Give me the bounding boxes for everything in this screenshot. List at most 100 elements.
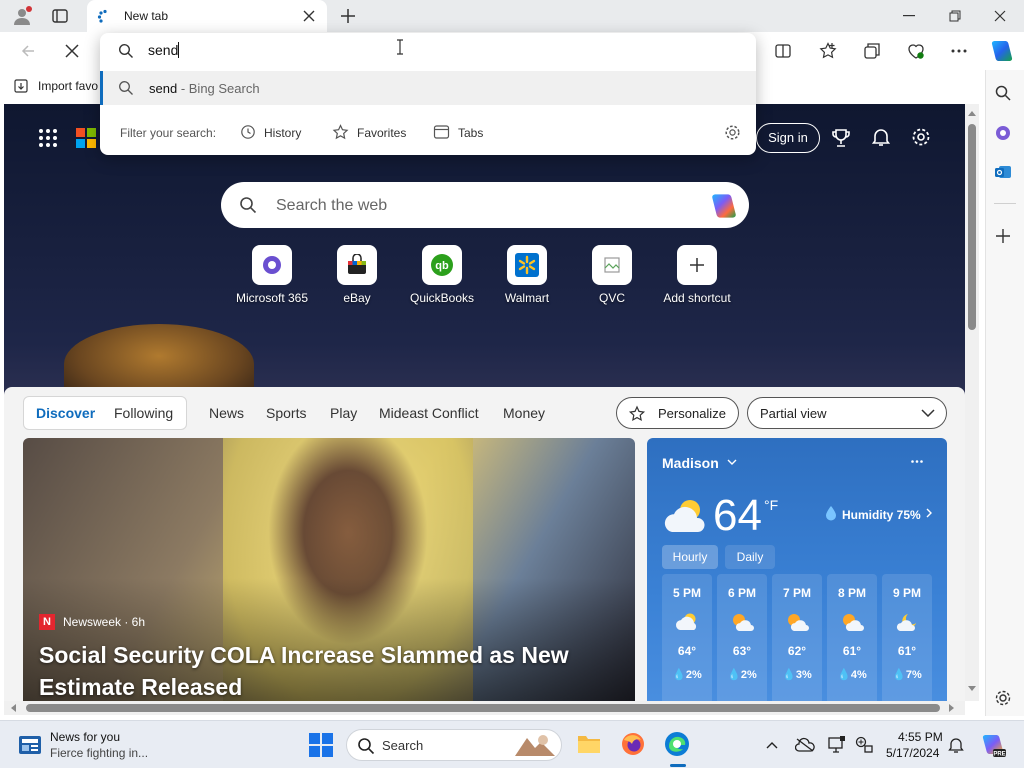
vertical-scrollbar[interactable] xyxy=(965,104,979,701)
network-icon[interactable] xyxy=(855,736,873,754)
search-settings-gear-icon[interactable] xyxy=(724,124,741,141)
microsoft365-sidebar-icon[interactable] xyxy=(994,124,1012,142)
sidebar-settings-icon[interactable] xyxy=(994,689,1012,707)
scroll-thumb[interactable] xyxy=(968,124,976,330)
add-sidebar-app-icon[interactable] xyxy=(996,229,1010,243)
rewards-trophy-icon[interactable] xyxy=(831,128,851,148)
shortcut-label: eBay xyxy=(343,291,371,305)
tab-sports[interactable]: Sports xyxy=(266,405,306,421)
display-icon[interactable] xyxy=(828,736,846,754)
news-headline[interactable]: Social Security COLA Increase Slammed as… xyxy=(39,639,599,701)
page-settings-gear-icon[interactable] xyxy=(911,127,931,147)
svg-text:qb: qb xyxy=(435,260,449,272)
horizontal-scrollbar[interactable] xyxy=(4,701,965,715)
weather-card[interactable]: Madison 64 °F Humidity 75% Hourly Daily … xyxy=(647,438,947,701)
more-options-icon[interactable] xyxy=(951,49,967,53)
clock-time[interactable]: 4:55 PM xyxy=(898,730,943,744)
scroll-thumb[interactable] xyxy=(26,704,940,712)
start-windows-icon[interactable] xyxy=(309,733,333,757)
sign-in-label: Sign in xyxy=(768,130,808,145)
collections-icon[interactable] xyxy=(864,43,880,59)
weather-more-icon[interactable] xyxy=(911,460,923,463)
file-explorer-icon[interactable] xyxy=(577,733,601,755)
hour-forecast[interactable]: 6 PM 63° 💧2% xyxy=(717,574,767,701)
weather-unit: °F xyxy=(764,497,779,513)
tab-play[interactable]: Play xyxy=(330,405,357,421)
hour-precip: 7% xyxy=(905,669,922,681)
scroll-left-arrow-icon[interactable] xyxy=(10,704,16,712)
restore-icon[interactable] xyxy=(949,10,961,22)
suggestion-suffix: - Bing Search xyxy=(177,81,260,96)
shortcut-quickbooks[interactable]: qb QuickBooks xyxy=(402,245,482,305)
weather-temperature: 64 xyxy=(713,491,762,540)
show-hidden-icons-chevron-icon[interactable] xyxy=(766,741,778,749)
favorites-star-icon[interactable] xyxy=(819,42,837,60)
shortcut-add[interactable]: Add shortcut xyxy=(657,245,737,305)
tab-hourly[interactable]: Hourly xyxy=(662,545,718,569)
taskbar-search-box[interactable]: Search xyxy=(346,729,562,761)
suggestion-bing-search[interactable]: send - Bing Search xyxy=(100,71,756,105)
search-placeholder: Search the web xyxy=(276,197,388,214)
tab-following[interactable]: Following xyxy=(114,405,173,421)
precip-drop-icon: 💧 xyxy=(727,669,741,681)
back-icon[interactable] xyxy=(20,43,36,59)
weather-location[interactable]: Madison xyxy=(662,455,719,471)
hour-temp: 63° xyxy=(732,644,752,658)
copilot-search-icon[interactable] xyxy=(710,192,738,220)
minimize-icon[interactable] xyxy=(903,15,915,17)
app-launcher-icon[interactable] xyxy=(38,128,58,148)
address-input[interactable]: send xyxy=(148,42,738,62)
close-tab-icon[interactable] xyxy=(303,10,315,22)
shortcut-walmart[interactable]: Walmart xyxy=(487,245,567,305)
microsoft365-icon xyxy=(252,245,292,285)
outlook-icon[interactable] xyxy=(994,163,1012,181)
news-card[interactable]: N Newsweek · 6h Social Security COLA Inc… xyxy=(23,438,635,701)
firefox-icon[interactable] xyxy=(621,732,645,756)
import-favorites-link[interactable]: Import favo xyxy=(38,79,98,93)
microsoft-logo-icon[interactable] xyxy=(76,128,96,148)
filter-label: Filter your search: xyxy=(120,126,217,140)
tab-money[interactable]: Money xyxy=(503,405,545,421)
tab-news[interactable]: News xyxy=(209,405,244,421)
tab-new-tab[interactable]: New tab xyxy=(87,0,327,32)
clock-date[interactable]: 5/17/2024 xyxy=(886,746,939,760)
new-tab-icon[interactable] xyxy=(340,8,356,24)
shortcut-ebay[interactable]: eBay xyxy=(317,245,397,305)
weather-humidity[interactable]: Humidity 75% xyxy=(842,508,921,522)
sign-in-button[interactable]: Sign in xyxy=(756,123,820,153)
hour-forecast[interactable]: 5 PM 64° 💧2% xyxy=(662,574,712,701)
partly-sunny-icon xyxy=(839,612,865,632)
shortcut-microsoft-365[interactable]: Microsoft 365 xyxy=(232,245,312,305)
shortcut-qvc[interactable]: QVC xyxy=(572,245,652,305)
notification-bell-icon[interactable] xyxy=(948,736,964,754)
close-window-icon[interactable] xyxy=(994,10,1006,22)
partly-cloudy-night-icon xyxy=(894,612,920,632)
plus-icon xyxy=(677,245,717,285)
stop-loading-icon[interactable] xyxy=(65,44,79,58)
view-mode-select[interactable]: Partial view xyxy=(747,397,947,429)
hour-precip: 4% xyxy=(850,669,867,681)
tab-discover[interactable]: Discover xyxy=(36,405,95,421)
notifications-bell-icon[interactable] xyxy=(871,127,891,147)
hour-forecast[interactable]: 7 PM 62° 💧3% xyxy=(772,574,822,701)
profile-icon[interactable] xyxy=(12,6,32,26)
search-icon[interactable] xyxy=(994,84,1012,102)
tab-actions-icon[interactable] xyxy=(52,8,68,24)
personalize-button[interactable]: Personalize xyxy=(616,397,739,429)
search-icon xyxy=(118,43,134,59)
scroll-up-arrow-icon[interactable] xyxy=(968,110,976,116)
hour-forecast[interactable]: 8 PM 61° 💧4% xyxy=(827,574,877,701)
scroll-right-arrow-icon[interactable] xyxy=(949,704,955,712)
copilot-icon[interactable] xyxy=(990,39,1014,63)
tab-mideast-conflict[interactable]: Mideast Conflict xyxy=(379,405,479,421)
news-widget[interactable]: News for you Fierce fighting in... xyxy=(18,729,178,761)
edge-taskbar-icon[interactable] xyxy=(664,731,690,757)
tab-daily[interactable]: Daily xyxy=(725,545,775,569)
split-screen-icon[interactable] xyxy=(775,43,791,59)
copilot-pre-icon[interactable]: PRE xyxy=(980,732,1006,758)
onedrive-icon[interactable] xyxy=(795,737,815,753)
scroll-down-arrow-icon[interactable] xyxy=(968,686,976,692)
hour-forecast[interactable]: 9 PM 61° 💧7% xyxy=(882,574,932,701)
browser-essentials-icon[interactable] xyxy=(907,42,925,60)
web-search-box[interactable]: Search the web xyxy=(221,182,749,228)
